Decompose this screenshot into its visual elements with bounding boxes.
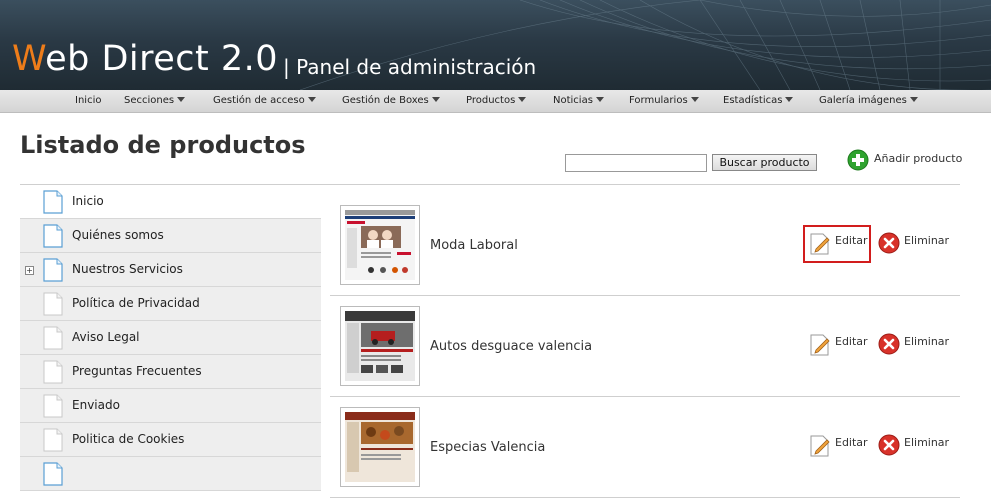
delete-button[interactable]: Eliminar <box>878 333 949 355</box>
document-icon <box>43 462 63 486</box>
sidebar-item-label: Preguntas Frecuentes <box>72 364 202 378</box>
thumbnail-image <box>345 311 415 381</box>
edit-label: Editar <box>835 436 868 449</box>
thumbnail-image <box>345 412 415 482</box>
document-icon <box>43 394 63 418</box>
sidebar-item-quienes-somos[interactable]: Quiénes somos <box>20 219 321 253</box>
nav-item-secciones[interactable]: Secciones <box>124 90 186 112</box>
chevron-down-icon <box>909 97 918 102</box>
chevron-down-icon <box>431 97 440 102</box>
edit-button[interactable]: Editar <box>808 333 868 357</box>
edit-label: Editar <box>835 234 868 247</box>
document-icon <box>43 224 63 248</box>
nav-item-inicio[interactable]: Inicio <box>75 90 101 112</box>
delete-button[interactable]: Eliminar <box>878 232 949 254</box>
search-button[interactable]: Buscar producto <box>712 154 817 171</box>
chevron-down-icon <box>785 97 794 102</box>
close-icon <box>878 434 900 456</box>
edit-button[interactable]: Editar <box>808 434 868 458</box>
edit-icon <box>810 233 830 255</box>
document-icon <box>43 360 63 384</box>
main-nav: Inicio Secciones Gestión de acceso Gesti… <box>0 90 991 113</box>
edit-icon <box>810 334 830 356</box>
sidebar-item-enviado[interactable]: Enviado <box>20 389 321 423</box>
close-icon <box>878 333 900 355</box>
nav-label: Gestión de acceso <box>213 95 305 106</box>
app-logo: Web Direct 2.0 <box>12 42 278 77</box>
chevron-down-icon <box>595 97 604 102</box>
sidebar-item-preguntas-frecuentes[interactable]: Preguntas Frecuentes <box>20 355 321 389</box>
sidebar-item-politica-privacidad[interactable]: Política de Privacidad <box>20 287 321 321</box>
add-product-label: Añadir producto <box>874 151 963 165</box>
delete-label: Eliminar <box>904 234 950 247</box>
sidebar-item-label: Inicio <box>72 194 104 208</box>
delete-button[interactable]: Eliminar <box>878 434 949 456</box>
document-icon <box>43 258 63 282</box>
chevron-down-icon <box>690 97 699 102</box>
document-icon <box>43 326 63 350</box>
sidebar-item-aviso-legal[interactable]: Aviso Legal <box>20 321 321 355</box>
nav-item-noticias[interactable]: Noticias <box>553 90 604 112</box>
product-list: Moda Laboral Editar Eliminar Autos desgu… <box>330 195 960 498</box>
sidebar-item-label: Aviso Legal <box>72 330 140 344</box>
product-row: Autos desguace valencia Editar Eliminar <box>330 296 960 397</box>
chevron-down-icon <box>307 97 316 102</box>
nav-label: Gestión de Boxes <box>342 95 429 106</box>
sidebar-item-politica-cookies[interactable]: Politica de Cookies <box>20 423 321 457</box>
sidebar-item-label: Política de Privacidad <box>72 296 200 310</box>
nav-item-formularios[interactable]: Formularios <box>629 90 699 112</box>
chevron-down-icon <box>518 97 527 102</box>
header-banner: Web Direct 2.0 | Panel de administración <box>0 0 991 90</box>
sidebar-item-partial[interactable] <box>20 457 321 491</box>
sidebar-item-nuestros-servicios[interactable]: + Nuestros Servicios <box>20 253 321 287</box>
product-row: Especias Valencia Editar Eliminar <box>330 397 960 498</box>
nav-item-gestion-acceso[interactable]: Gestión de acceso <box>213 90 316 112</box>
nav-label: Formularios <box>629 95 688 106</box>
nav-label: Secciones <box>124 95 175 106</box>
add-icon <box>847 149 869 171</box>
delete-label: Eliminar <box>904 436 950 449</box>
delete-label: Eliminar <box>904 335 950 348</box>
thumbnail-image <box>345 210 415 280</box>
nav-item-productos[interactable]: Productos <box>466 90 527 112</box>
product-name[interactable]: Autos desguace valencia <box>430 339 592 354</box>
nav-label: Productos <box>466 95 516 106</box>
product-name[interactable]: Especias Valencia <box>430 440 545 455</box>
sidebar: Inicio Quiénes somos + Nuestros Servicio… <box>20 185 321 491</box>
sidebar-item-label: Politica de Cookies <box>72 432 185 446</box>
logo-text: eb Direct 2.0 <box>45 39 279 79</box>
sidebar-item-label: Enviado <box>72 398 120 412</box>
nav-item-gestion-boxes[interactable]: Gestión de Boxes <box>342 90 440 112</box>
nav-label: Estadísticas <box>723 95 783 106</box>
sidebar-item-label: Nuestros Servicios <box>72 262 183 276</box>
product-thumbnail[interactable] <box>340 205 420 285</box>
sidebar-item-inicio[interactable]: Inicio <box>20 185 321 219</box>
chevron-down-icon <box>177 97 186 102</box>
add-product-button[interactable]: Añadir producto <box>847 148 962 172</box>
product-thumbnail[interactable] <box>340 306 420 386</box>
document-icon <box>43 428 63 452</box>
nav-label: Inicio <box>75 95 102 106</box>
document-icon <box>43 190 63 214</box>
nav-item-estadisticas[interactable]: Estadísticas <box>723 90 794 112</box>
edit-button[interactable]: Editar <box>808 232 868 256</box>
nav-label: Noticias <box>553 95 593 106</box>
product-name[interactable]: Moda Laboral <box>430 238 518 253</box>
product-thumbnail[interactable] <box>340 407 420 487</box>
document-icon <box>43 292 63 316</box>
search-input[interactable] <box>565 154 707 172</box>
product-row: Moda Laboral Editar Eliminar <box>330 195 960 296</box>
close-icon <box>878 232 900 254</box>
page-title: Listado de productos <box>20 131 306 159</box>
nav-item-galeria[interactable]: Galería imágenes <box>819 90 918 112</box>
edit-label: Editar <box>835 335 868 348</box>
expand-icon[interactable]: + <box>25 266 34 275</box>
nav-label: Galería imágenes <box>819 95 907 106</box>
panel-subtitle: | Panel de administración <box>283 55 537 79</box>
edit-icon <box>810 435 830 457</box>
logo-w: W <box>12 39 46 79</box>
sidebar-item-label: Quiénes somos <box>72 228 164 242</box>
